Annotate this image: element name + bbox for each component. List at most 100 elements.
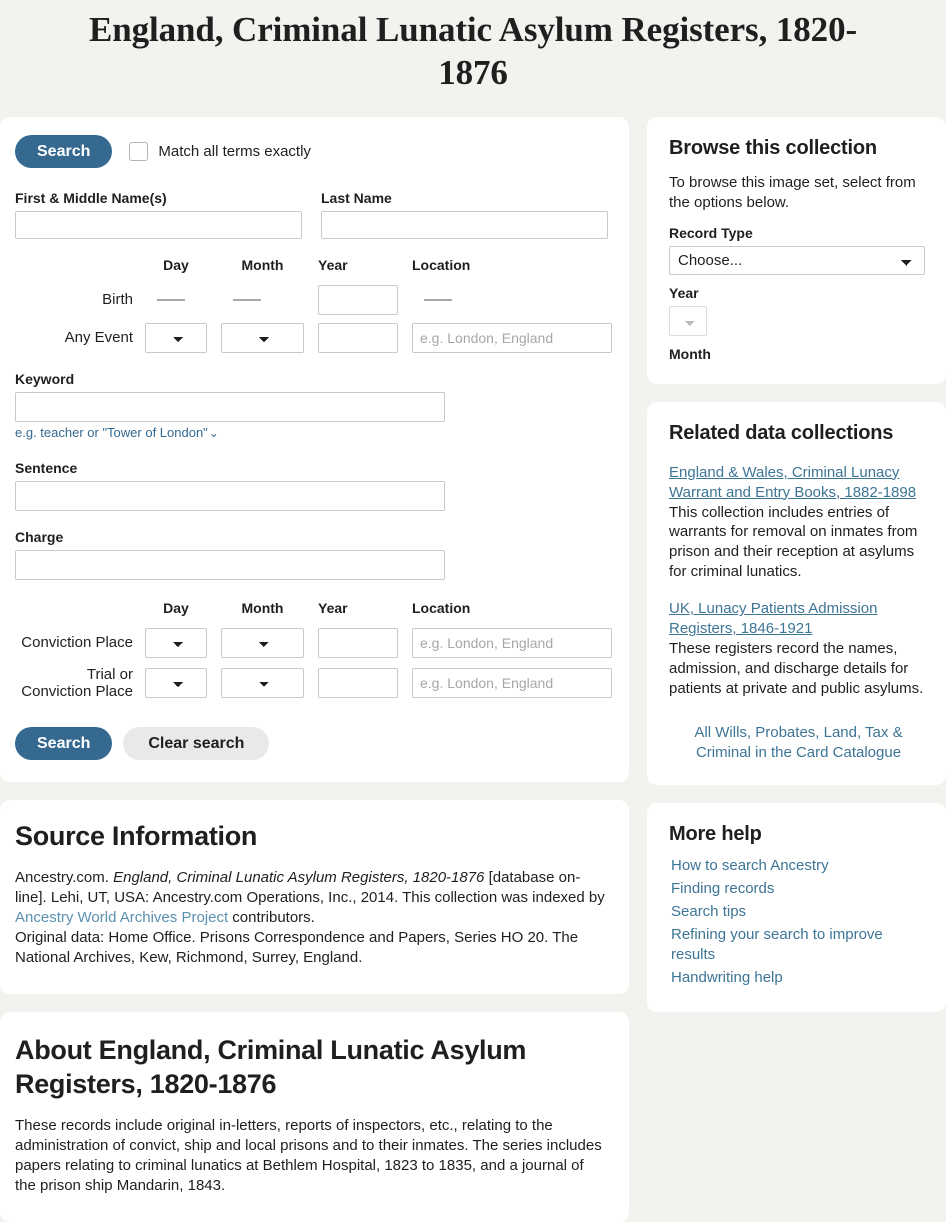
trial-year-input[interactable]: [318, 668, 398, 699]
search-form-card: Search Match all terms exactly First & M…: [0, 116, 629, 783]
any-event-label: Any Event: [64, 328, 133, 346]
citation-title-italic: England, Criminal Lunatic Asylum Registe…: [113, 868, 485, 886]
birth-month-empty: [221, 285, 304, 315]
conviction-grid-header: Day Month Year Location: [15, 600, 609, 620]
charge-label: Charge: [15, 528, 64, 545]
last-name-group: Last Name: [321, 190, 608, 239]
keyword-hint-toggle[interactable]: e.g. teacher or "Tower of London"⌄: [15, 425, 219, 440]
trial-location-cell: [412, 668, 612, 699]
birth-day-empty: [145, 285, 207, 315]
card-catalogue-link[interactable]: All Wills, Probates, Land, Tax & Crimina…: [669, 723, 928, 763]
any-event-day-cell: [145, 322, 207, 353]
related-collection-item: UK, Lunacy Patients Admission Registers,…: [669, 599, 928, 699]
page-title: England, Criminal Lunatic Asylum Registe…: [88, 10, 858, 93]
any-event-day-select[interactable]: [145, 322, 207, 353]
names-row: First & Middle Name(s) Last Name: [15, 190, 608, 239]
browse-collection-intro: To browse this image set, select from th…: [669, 173, 916, 211]
col-header-month: Month: [241, 256, 284, 273]
dash-icon: [424, 298, 452, 301]
clear-search-button[interactable]: Clear search: [123, 727, 270, 761]
search-button-top[interactable]: Search: [15, 134, 113, 168]
sentence-input[interactable]: [15, 480, 445, 511]
chevron-down-icon: ⌄: [208, 425, 219, 440]
col-header-month-2: Month: [241, 599, 284, 616]
form-actions: Search Clear search: [15, 727, 608, 761]
col-header-day: Day: [163, 256, 189, 273]
more-help-card: More help How to search Ancestry Finding…: [647, 802, 946, 1013]
dash-icon: [233, 298, 261, 301]
event-grid-header: Day Month Year Location: [15, 257, 609, 277]
help-link-handwriting-help[interactable]: Handwriting help: [671, 968, 783, 988]
birth-year-input[interactable]: [318, 284, 398, 315]
trial-or-conviction-place-label: Trial or Conviction Place: [21, 665, 133, 701]
match-all-terms-label: Match all terms exactly: [158, 142, 311, 160]
last-name-label: Last Name: [321, 189, 392, 206]
citation-tail: contributors.: [228, 909, 315, 927]
more-help-list-item: Handwriting help: [671, 968, 928, 988]
help-link-search-tips[interactable]: Search tips: [671, 902, 746, 922]
more-help-title: More help: [669, 822, 762, 845]
related-collection-link[interactable]: UK, Lunacy Patients Admission Registers,…: [669, 599, 928, 639]
sentence-label: Sentence: [15, 459, 78, 476]
first-name-group: First & Middle Name(s): [15, 190, 302, 239]
search-top-row: Search Match all terms exactly: [15, 134, 608, 168]
conviction-place-label: Conviction Place: [21, 633, 133, 651]
source-information-title: Source Information: [15, 821, 258, 852]
event-date-grid: Day Month Year Location Birth Any Event …: [15, 257, 612, 353]
col-header-day-2: Day: [163, 599, 189, 616]
first-name-label: First & Middle Name(s): [15, 189, 167, 206]
related-collection-description: These registers record the names, admiss…: [669, 640, 924, 698]
ancestry-world-archives-project-link[interactable]: Ancestry World Archives Project: [15, 909, 228, 926]
trial-year-cell: [318, 668, 398, 699]
keyword-hint-text: e.g. teacher or "Tower of London": [15, 424, 208, 440]
any-event-row: Any Event: [15, 322, 612, 353]
keyword-input[interactable]: [15, 391, 445, 422]
conviction-month-select[interactable]: [221, 627, 304, 658]
help-link-how-to-search-ancestry[interactable]: How to search Ancestry: [671, 856, 829, 876]
search-button[interactable]: Search: [15, 727, 113, 761]
col-header-year: Year: [318, 256, 348, 273]
help-link-finding-records[interactable]: Finding records: [671, 879, 774, 899]
record-type-select[interactable]: Choose...: [669, 245, 925, 275]
birth-year-cell: [318, 284, 398, 315]
related-collections-card: Related data collections England & Wales…: [647, 401, 946, 785]
birth-row: Birth: [15, 284, 609, 315]
page-header: England, Criminal Lunatic Asylum Registe…: [0, 0, 946, 117]
main-layout: Search Match all terms exactly First & M…: [0, 116, 946, 1222]
trial-day-select[interactable]: [145, 668, 207, 699]
browse-month-label: Month: [669, 345, 711, 362]
conviction-month-cell: [221, 627, 304, 658]
related-collection-description: This collection includes entries of warr…: [669, 503, 918, 581]
keyword-label: Keyword: [15, 370, 75, 387]
col-header-year-2: Year: [318, 599, 348, 616]
last-name-input[interactable]: [321, 210, 608, 239]
more-help-list-item: How to search Ancestry: [671, 856, 928, 876]
about-text: These records include original in-letter…: [15, 1116, 602, 1195]
charge-input[interactable]: [15, 549, 445, 580]
match-all-terms-checkbox[interactable]: [129, 141, 149, 161]
dash-icon: [157, 298, 185, 301]
conviction-location-input[interactable]: [412, 627, 612, 658]
first-name-input[interactable]: [15, 210, 302, 239]
conviction-day-select[interactable]: [145, 627, 207, 658]
any-event-location-input[interactable]: [412, 322, 612, 353]
any-event-year-input[interactable]: [318, 322, 398, 353]
trial-or-conviction-place-row: Trial or Conviction Place: [15, 665, 612, 701]
any-event-year-cell: [318, 322, 398, 353]
col-header-location-2: Location: [412, 599, 471, 616]
match-exactly-row[interactable]: Match all terms exactly: [129, 141, 311, 161]
col-header-location: Location: [412, 256, 471, 273]
any-event-month-select[interactable]: [221, 322, 304, 353]
conviction-day-cell: [145, 627, 207, 658]
browse-year-select[interactable]: [669, 305, 707, 336]
related-collection-link[interactable]: England & Wales, Criminal Lunacy Warrant…: [669, 463, 928, 503]
help-link-refining-your-search[interactable]: Refining your search to improve results: [671, 925, 928, 965]
trial-month-select[interactable]: [221, 668, 304, 699]
citation-prefix: Ancestry.com.: [15, 868, 114, 886]
record-type-label: Record Type: [669, 224, 753, 241]
about-title: About England, Criminal Lunatic Asylum R…: [15, 1035, 527, 1100]
trial-location-input[interactable]: [412, 668, 612, 699]
birth-label: Birth: [102, 290, 133, 308]
conviction-year-input[interactable]: [318, 627, 398, 658]
conviction-place-row: Conviction Place: [15, 627, 612, 658]
